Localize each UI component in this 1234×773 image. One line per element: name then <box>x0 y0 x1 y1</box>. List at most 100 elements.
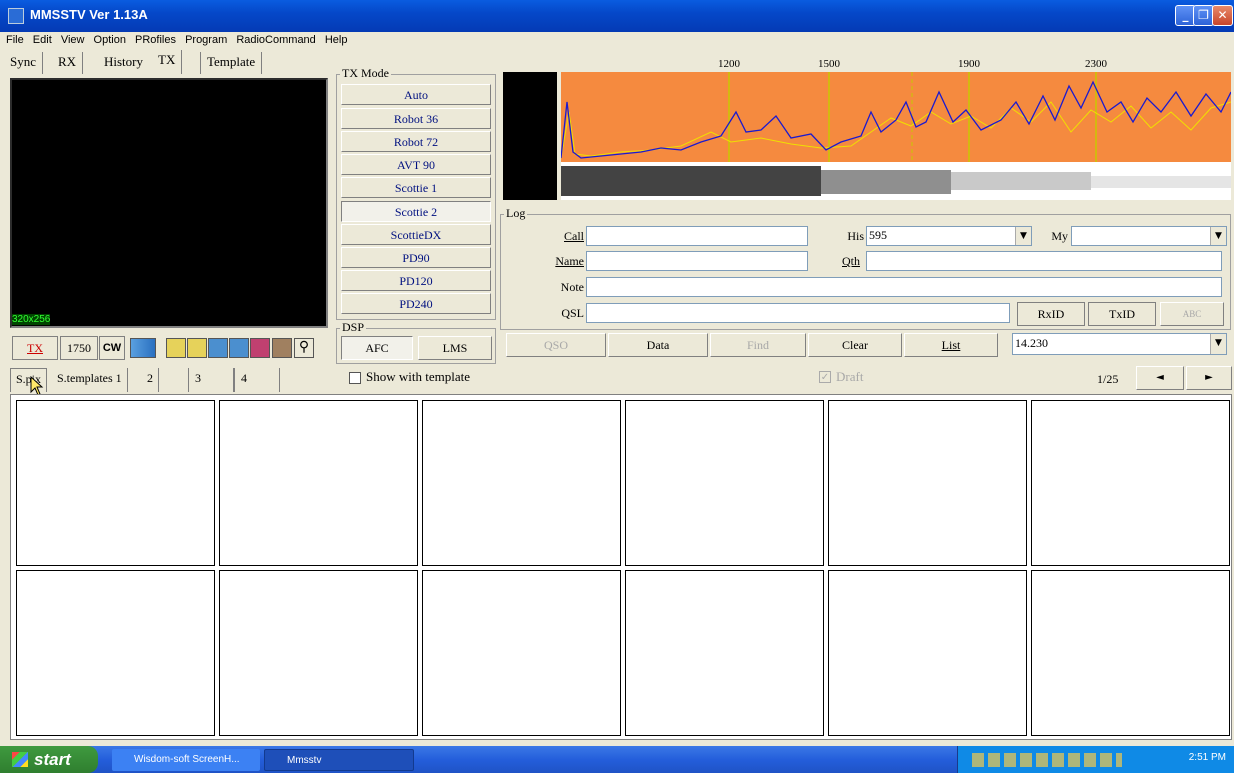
clock: 2:51 PM <box>1188 752 1226 763</box>
afc-toggle[interactable]: AFC <box>341 336 413 360</box>
text-image-icon[interactable] <box>130 338 156 358</box>
waterfall-noise <box>561 166 1231 196</box>
menu-profiles[interactable]: PRofiles <box>135 32 176 46</box>
mode-scottiedx[interactable]: ScottieDX <box>341 224 491 245</box>
qso-button[interactable]: QSO <box>506 333 606 357</box>
spectrum-display[interactable] <box>560 72 1232 162</box>
picture-slot[interactable] <box>1031 400 1230 566</box>
next-page-button[interactable]: ► <box>1186 366 1232 390</box>
clear-button[interactable]: Clear <box>808 333 902 357</box>
mode-auto[interactable]: Auto <box>341 84 491 105</box>
prev-page-button[interactable]: ◄ <box>1136 366 1184 390</box>
name-label: Name <box>555 254 584 268</box>
mode-scottie2[interactable]: Scottie 2 <box>341 201 491 222</box>
his-rst-dropdown[interactable]: 595 ▼ <box>866 226 1032 246</box>
his-label: His <box>847 229 864 243</box>
waterfall-display[interactable] <box>561 162 1231 200</box>
picture-slot[interactable] <box>422 400 621 566</box>
mode-pd120[interactable]: PD120 <box>341 270 491 291</box>
menu-view[interactable]: View <box>61 32 85 46</box>
mouse-cursor-icon <box>30 376 44 396</box>
tray-icons[interactable] <box>972 753 1122 767</box>
clipboard-icon[interactable] <box>272 338 292 358</box>
tab-2[interactable]: 2 <box>142 368 159 392</box>
picture-slot[interactable] <box>16 570 215 736</box>
qth-field[interactable] <box>866 251 1222 271</box>
freq-label-1900: 1900 <box>958 58 980 70</box>
menu-option[interactable]: Option <box>94 32 126 46</box>
data-button[interactable]: Data <box>608 333 708 357</box>
picture-slot[interactable] <box>219 400 418 566</box>
color-bar-icon[interactable] <box>250 338 270 358</box>
draft-label: Draft <box>836 369 864 384</box>
list-button[interactable]: List <box>904 333 998 357</box>
mode-robot36[interactable]: Robot 36 <box>341 108 491 129</box>
picture-icon[interactable] <box>208 338 228 358</box>
menu-help[interactable]: Help <box>325 32 348 46</box>
tx-image-preview[interactable] <box>10 78 328 328</box>
picture-slot[interactable] <box>1031 570 1230 736</box>
maximize-button[interactable]: ❐ <box>1193 5 1214 26</box>
picture-slot[interactable] <box>16 400 215 566</box>
tab-history[interactable]: History <box>98 52 149 74</box>
picture-slot[interactable] <box>422 570 621 736</box>
windows-logo-icon <box>12 752 28 767</box>
name-field[interactable] <box>586 251 808 271</box>
note-label: Note <box>560 280 584 294</box>
my-rst-dropdown[interactable]: ▼ <box>1071 226 1227 246</box>
chevron-down-icon[interactable]: ▼ <box>1015 227 1031 245</box>
close-button[interactable]: ✕ <box>1212 5 1233 26</box>
menu-edit[interactable]: Edit <box>33 32 52 46</box>
fill-icon[interactable] <box>166 338 186 358</box>
text-overlay-icon[interactable]: ABC <box>1160 302 1224 326</box>
page-indicator: 1/25 <box>1097 372 1119 386</box>
rxid-button[interactable]: RxID <box>1017 302 1085 326</box>
mode-avt90[interactable]: AVT 90 <box>341 154 491 175</box>
qsl-field[interactable] <box>586 303 1010 323</box>
level-meter <box>503 72 557 200</box>
mode-pd240[interactable]: PD240 <box>341 293 491 314</box>
picture-slot[interactable] <box>625 570 824 736</box>
chevron-down-icon[interactable]: ▼ <box>1210 334 1226 354</box>
note-field[interactable] <box>586 277 1222 297</box>
taskbar-item-screenhunter[interactable]: Wisdom-soft ScreenH... <box>112 749 260 771</box>
picture-slot[interactable] <box>828 400 1027 566</box>
picture-slot[interactable] <box>219 570 418 736</box>
menu-program[interactable]: Program <box>185 32 227 46</box>
tab-template[interactable]: Template <box>200 52 263 74</box>
find-button[interactable]: Find <box>710 333 806 357</box>
menu-radiocommand[interactable]: RadioCommand <box>236 32 315 46</box>
mode-scottie1[interactable]: Scottie 1 <box>341 177 491 198</box>
lms-toggle[interactable]: LMS <box>418 336 492 360</box>
tab-rx[interactable]: RX <box>52 52 84 74</box>
zoom-icon[interactable]: ⚲ <box>294 338 314 358</box>
tx-mode-title: TX Mode <box>340 66 391 81</box>
draft-checkbox[interactable]: ✓ <box>819 371 831 383</box>
call-field[interactable] <box>586 226 808 246</box>
frequency-dropdown[interactable]: 14.230 ▼ <box>1012 333 1227 355</box>
chevron-down-icon[interactable]: ▼ <box>1210 227 1226 245</box>
picture-alt-icon[interactable] <box>229 338 249 358</box>
tab-sync[interactable]: Sync <box>4 52 43 74</box>
app-icon <box>8 8 24 24</box>
taskbar-item-mmsstv[interactable]: Mmsstv <box>264 749 414 771</box>
show-with-template-checkbox[interactable] <box>349 372 361 384</box>
mode-robot72[interactable]: Robot 72 <box>341 131 491 152</box>
tx-button[interactable]: TX <box>12 336 58 360</box>
tone-1750-button[interactable]: 1750 <box>60 336 98 360</box>
picture-slot[interactable] <box>828 570 1027 736</box>
menu-file[interactable]: File <box>6 32 24 46</box>
tab-4[interactable]: 4 <box>234 368 280 392</box>
tab-3[interactable]: 3 <box>188 368 234 392</box>
cw-button[interactable]: CW <box>99 336 125 360</box>
log-title: Log <box>504 206 528 221</box>
tab-tx[interactable]: TX <box>152 50 183 74</box>
freq-label-1200: 1200 <box>718 58 740 70</box>
txid-button[interactable]: TxID <box>1088 302 1156 326</box>
tab-stemplates-1[interactable]: S.templates 1 <box>52 368 128 392</box>
fill-alt-icon[interactable] <box>187 338 207 358</box>
spectrum-trace <box>560 72 1232 162</box>
dsp-title: DSP <box>340 320 367 335</box>
mode-pd90[interactable]: PD90 <box>341 247 491 268</box>
picture-slot[interactable] <box>625 400 824 566</box>
